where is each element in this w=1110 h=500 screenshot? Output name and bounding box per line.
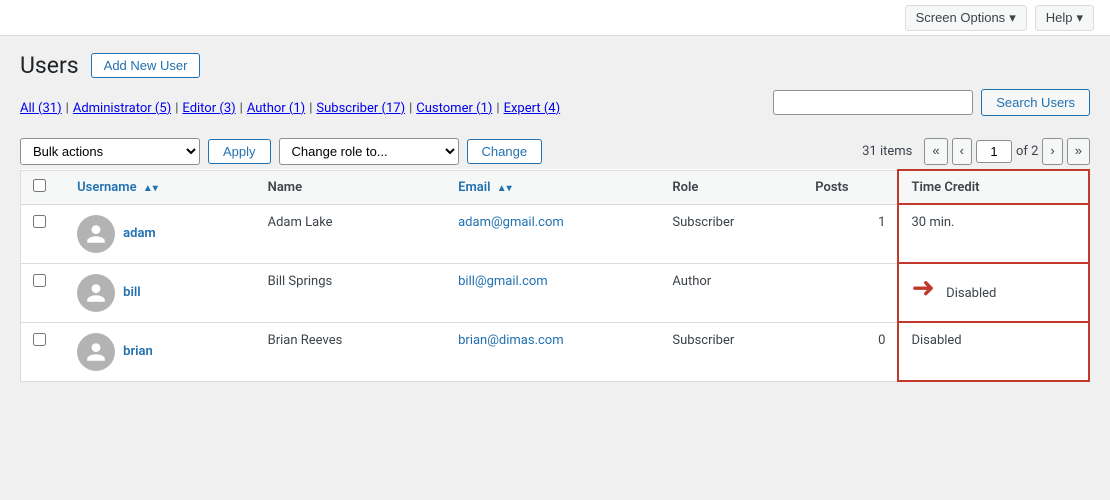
page-header: Users Add New User xyxy=(20,52,1090,79)
sort-arrow-icon: ▲▾ xyxy=(497,183,512,194)
username-link[interactable]: adam xyxy=(123,226,156,241)
name-cell: Adam Lake xyxy=(256,204,446,263)
prev-page-button[interactable]: ‹ xyxy=(952,138,972,164)
posts-cell xyxy=(803,263,898,322)
filter-links: All (31) | Administrator (5) | Editor (3… xyxy=(20,101,560,116)
name-cell: Brian Reeves xyxy=(256,322,446,381)
posts-column-header: Posts xyxy=(803,170,898,204)
row-checkbox-cell xyxy=(21,263,66,322)
search-row: Search Users xyxy=(773,89,1090,116)
avatar xyxy=(77,215,115,253)
change-button[interactable]: Change xyxy=(467,139,543,164)
page-content: Users Add New User All (31) | Administra… xyxy=(0,36,1110,398)
help-button[interactable]: Help ▾ xyxy=(1035,5,1094,31)
username-cell: bill xyxy=(65,263,255,322)
search-users-button[interactable]: Search Users xyxy=(981,89,1090,116)
next-page-button[interactable]: › xyxy=(1042,138,1062,164)
bulk-actions-select[interactable]: Bulk actions Delete xyxy=(20,138,200,165)
username-link[interactable]: brian xyxy=(123,344,153,359)
email-cell: brian@dimas.com xyxy=(446,322,660,381)
table-row: bill Bill Springs bill@gmail.com Author … xyxy=(21,263,1090,322)
page-title: Users xyxy=(20,52,79,79)
screen-options-button[interactable]: Screen Options ▾ xyxy=(905,5,1027,31)
email-link[interactable]: bill@gmail.com xyxy=(458,274,548,289)
email-cell: adam@gmail.com xyxy=(446,204,660,263)
email-link[interactable]: adam@gmail.com xyxy=(458,215,564,230)
filter-author[interactable]: Author (1) xyxy=(247,101,305,116)
table-row: brian Brian Reeves brian@dimas.com Subsc… xyxy=(21,322,1090,381)
filter-administrator[interactable]: Administrator (5) xyxy=(73,101,171,116)
username-column-header[interactable]: Username ▲▾ xyxy=(65,170,255,204)
arrow-right-icon: ➜ xyxy=(911,274,934,302)
users-table: Username ▲▾ Name Email ▲▾ Role Posts Tim xyxy=(20,169,1090,382)
filter-all[interactable]: All (31) xyxy=(20,101,62,116)
avatar xyxy=(77,274,115,312)
email-cell: bill@gmail.com xyxy=(446,263,660,322)
username-cell: brian xyxy=(65,322,255,381)
time-credit-cell: ➜ Disabled xyxy=(898,263,1089,322)
first-page-button[interactable]: « xyxy=(924,138,947,164)
add-new-user-button[interactable]: Add New User xyxy=(91,53,201,78)
role-cell: Author xyxy=(660,263,803,322)
email-link[interactable]: brian@dimas.com xyxy=(458,333,564,348)
row-checkbox[interactable] xyxy=(33,274,46,287)
time-credit-cell: Disabled xyxy=(898,322,1089,381)
row-checkbox-cell xyxy=(21,204,66,263)
filter-customer[interactable]: Customer (1) xyxy=(416,101,492,116)
avatar xyxy=(77,333,115,371)
current-page-input[interactable] xyxy=(976,140,1012,163)
search-input[interactable] xyxy=(773,90,973,115)
email-column-header[interactable]: Email ▲▾ xyxy=(446,170,660,204)
posts-cell: 1 xyxy=(803,204,898,263)
row-checkbox-cell xyxy=(21,322,66,381)
sort-arrow-icon: ▲▾ xyxy=(143,183,158,194)
time-credit-column-header: Time Credit xyxy=(898,170,1089,204)
username-link[interactable]: bill xyxy=(123,285,140,300)
row-checkbox[interactable] xyxy=(33,333,46,346)
filter-subscriber[interactable]: Subscriber (17) xyxy=(316,101,405,116)
table-row: adam Adam Lake adam@gmail.com Subscriber… xyxy=(21,204,1090,263)
time-credit-cell: 30 min. xyxy=(898,204,1089,263)
select-all-header xyxy=(21,170,66,204)
row-checkbox[interactable] xyxy=(33,215,46,228)
role-cell: Subscriber xyxy=(660,204,803,263)
name-column-header: Name xyxy=(256,170,446,204)
posts-cell: 0 xyxy=(803,322,898,381)
table-header-row: Username ▲▾ Name Email ▲▾ Role Posts Tim xyxy=(21,170,1090,204)
pagination: 31 items « ‹ of 2 › » xyxy=(862,138,1090,164)
change-role-select[interactable]: Change role to... Subscriber Author Edit… xyxy=(279,138,459,165)
actions-row: Bulk actions Delete Apply Change role to… xyxy=(20,138,1090,165)
last-page-button[interactable]: » xyxy=(1067,138,1090,164)
username-cell: adam xyxy=(65,204,255,263)
name-cell: Bill Springs xyxy=(256,263,446,322)
chevron-down-icon: ▾ xyxy=(1076,10,1083,26)
chevron-down-icon: ▾ xyxy=(1009,10,1016,26)
select-all-checkbox[interactable] xyxy=(33,179,46,192)
items-count: 31 items xyxy=(862,144,912,159)
role-column-header: Role xyxy=(660,170,803,204)
filter-search-wrapper: All (31) | Administrator (5) | Editor (3… xyxy=(20,89,1090,128)
screen-options-label: Screen Options xyxy=(916,10,1006,25)
page-of-text: of 2 xyxy=(1016,144,1038,159)
top-bar: Screen Options ▾ Help ▾ xyxy=(0,0,1110,36)
role-cell: Subscriber xyxy=(660,322,803,381)
filter-expert[interactable]: Expert (4) xyxy=(504,101,561,116)
help-label: Help xyxy=(1046,10,1073,25)
apply-button[interactable]: Apply xyxy=(208,139,271,164)
filter-editor[interactable]: Editor (3) xyxy=(182,101,235,116)
